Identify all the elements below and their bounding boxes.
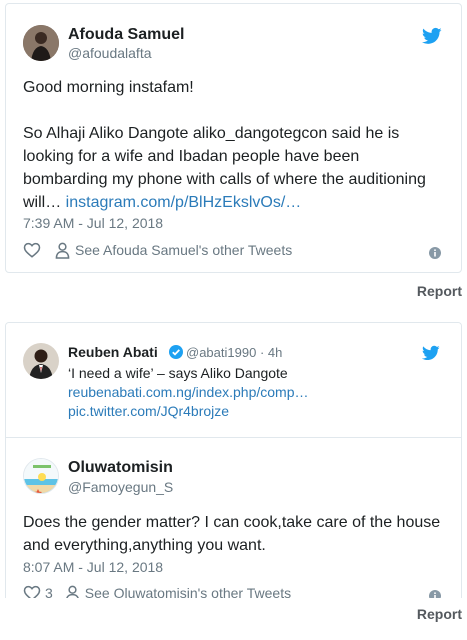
tweet-text-line: Good morning instafam! bbox=[23, 79, 194, 96]
report-button[interactable]: Report bbox=[417, 283, 462, 299]
quoted-link[interactable]: reubenabati.com.ng/index.php/comp… bbox=[68, 383, 308, 402]
heart-icon[interactable] bbox=[23, 584, 41, 598]
other-tweets-link[interactable]: See Oluwatomisin's other Tweets bbox=[85, 585, 291, 598]
avatar-photo bbox=[23, 25, 59, 61]
tweet-card-oluwatomisin: Reuben Abati @abati1990 · 4h ‘I need a w… bbox=[5, 322, 462, 598]
info-icon[interactable] bbox=[429, 247, 441, 259]
quoted-pic-link[interactable]: pic.twitter.com/JQr4brojze bbox=[68, 402, 229, 421]
person-icon bbox=[55, 242, 70, 259]
heart-icon[interactable] bbox=[23, 241, 41, 259]
tweet-timestamp[interactable]: 7:39 AM - Jul 12, 2018 bbox=[23, 215, 163, 231]
avatar-photo bbox=[23, 343, 59, 379]
tweet-text-line: So Alhaji Aliko Dangote aliko_dangotegco… bbox=[23, 125, 400, 142]
tweet-text-line: bombarding my phone with calls of where … bbox=[23, 171, 426, 188]
like-count: 3 bbox=[45, 585, 53, 598]
quoted-age: · 4h bbox=[259, 345, 283, 360]
info-icon[interactable] bbox=[429, 590, 441, 598]
quoted-handle-text: @abati1990 bbox=[186, 345, 257, 360]
author-handle[interactable]: @afoudalafta bbox=[68, 45, 152, 61]
avatar[interactable] bbox=[23, 343, 59, 379]
tweet-text-line: looking for a wife and Ibadan people hav… bbox=[23, 148, 360, 165]
author-handle[interactable]: @Famoyegun_S bbox=[68, 479, 173, 495]
report-button[interactable]: Report bbox=[417, 606, 462, 622]
verified-badge-icon bbox=[169, 345, 183, 359]
avatar[interactable] bbox=[23, 458, 59, 494]
quoted-author-name[interactable]: Reuben Abati bbox=[68, 344, 158, 360]
author-name[interactable]: Afouda Samuel bbox=[68, 26, 184, 44]
quoted-tweet[interactable]: Reuben Abati @abati1990 · 4h ‘I need a w… bbox=[6, 323, 461, 438]
tweet-actions: See Afouda Samuel's other Tweets bbox=[23, 241, 292, 259]
tweet-text-line: Does the gender matter? I can cook,take … bbox=[23, 514, 441, 531]
tweet-actions: 3 See Oluwatomisin's other Tweets bbox=[23, 584, 291, 598]
tweet-text-line: will… instagram.com/p/BlHzEkslvOs/… bbox=[23, 191, 301, 214]
tweet-timestamp[interactable]: 8:07 AM - Jul 12, 2018 bbox=[23, 559, 163, 575]
avatar-photo bbox=[24, 459, 58, 493]
tweet-text-line: and everything,anything you want. bbox=[23, 537, 266, 554]
avatar[interactable] bbox=[23, 25, 59, 61]
quoted-author-handle[interactable]: @abati1990 · 4h bbox=[186, 345, 282, 360]
twitter-bird-icon[interactable] bbox=[422, 26, 442, 46]
tweet-card-afouda: Afouda Samuel @afoudalafta Good morning … bbox=[5, 3, 462, 273]
person-icon bbox=[65, 585, 79, 598]
quoted-tweet-text: ‘I need a wife’ – says Aliko Dangote bbox=[68, 365, 288, 381]
twitter-bird-icon[interactable] bbox=[422, 344, 440, 362]
other-tweets-link[interactable]: See Afouda Samuel's other Tweets bbox=[75, 242, 292, 258]
instagram-link[interactable]: instagram.com/p/BlHzEkslvOs/… bbox=[66, 194, 302, 211]
author-name[interactable]: Oluwatomisin bbox=[68, 459, 173, 477]
tweet-text: will… bbox=[23, 194, 66, 211]
